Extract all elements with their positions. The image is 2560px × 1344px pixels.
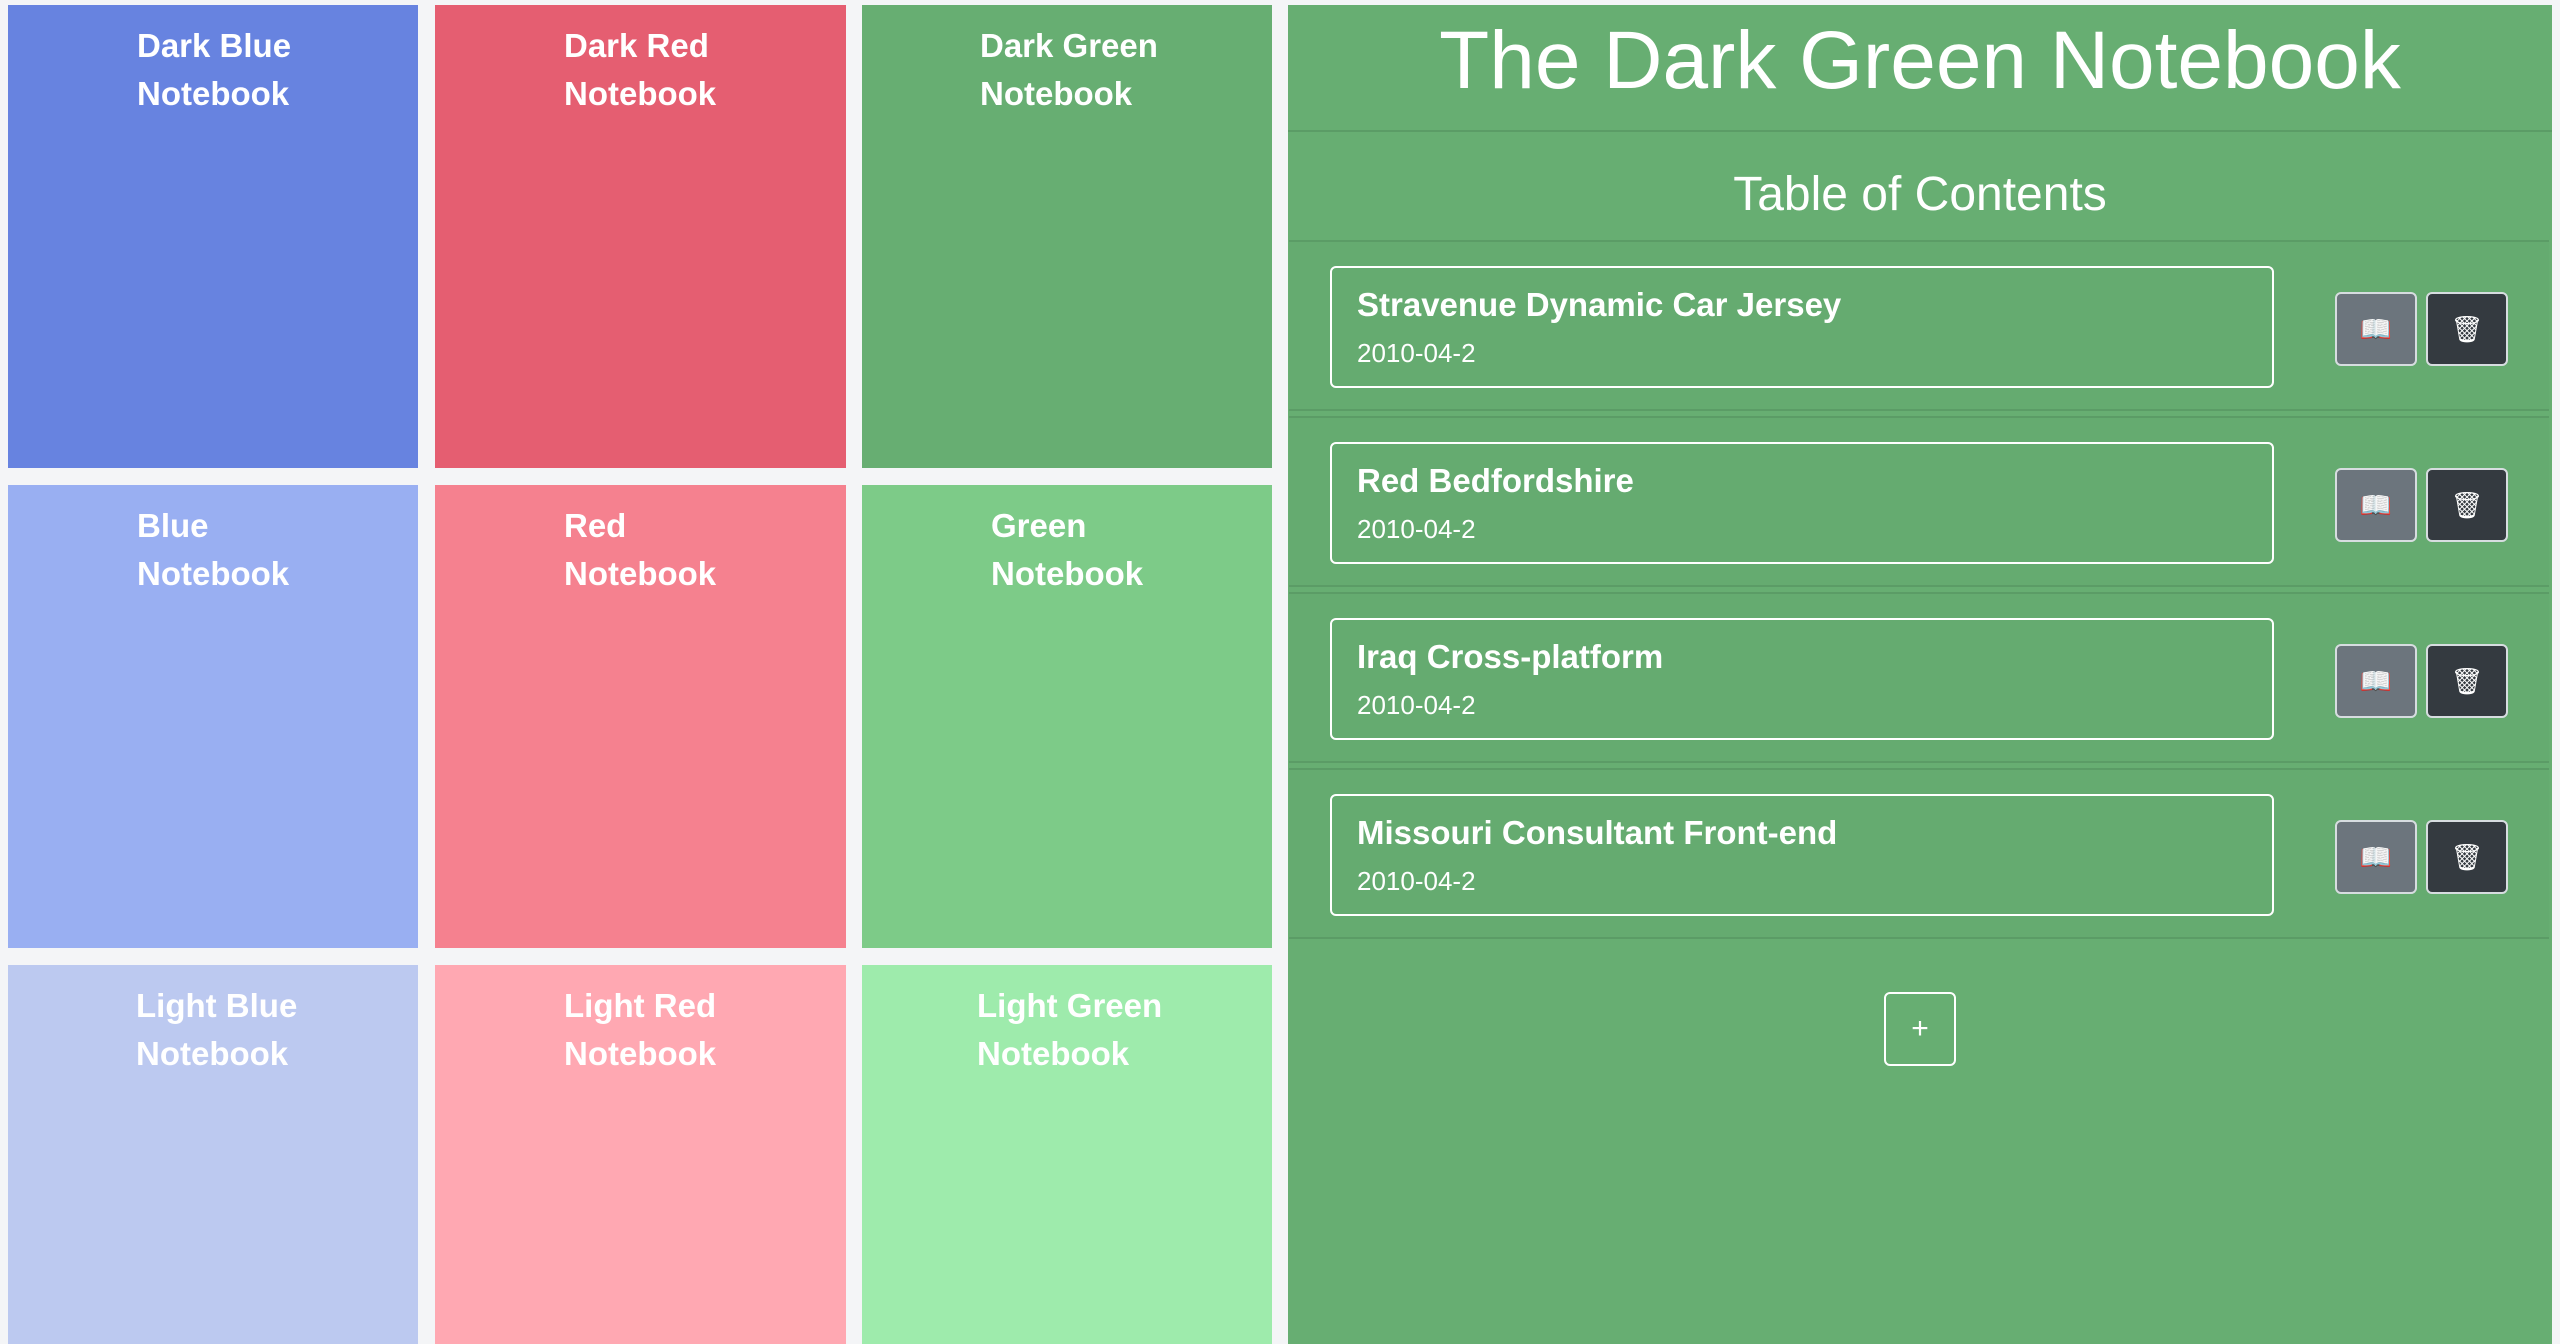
- entry-date: 2010-04-2: [1357, 514, 1476, 544]
- notebook-tile-green[interactable]: Green Notebook: [862, 485, 1272, 948]
- open-entry-button[interactable]: 📖: [2335, 644, 2417, 718]
- plus-icon: +: [1911, 1012, 1929, 1045]
- wastebasket-icon: 🗑: [2450, 665, 2484, 696]
- entry-card[interactable]: Stravenue Dynamic Car Jersey 2010-04-2: [1330, 266, 2274, 388]
- book-icon: 📖: [2359, 841, 2393, 872]
- notebook-tile-label: Red Notebook: [564, 507, 717, 592]
- notebook-tile-red[interactable]: Red Notebook: [435, 485, 846, 948]
- notebook-tile-light-red[interactable]: Light Red Notebook: [435, 965, 846, 1344]
- wastebasket-icon: 🗑: [2450, 313, 2484, 344]
- page-title: The Dark Green Notebook: [1439, 15, 2401, 106]
- wastebasket-icon: 🗑: [2450, 489, 2484, 520]
- book-icon: 📖: [2359, 313, 2393, 344]
- open-entry-button[interactable]: 📖: [2335, 820, 2417, 894]
- toc-row: Stravenue Dynamic Car Jersey 2010-04-2 📖…: [1289, 240, 2549, 411]
- notebook-tile-blue[interactable]: Blue Notebook: [8, 485, 418, 948]
- notebook-tile-label: Light Red Notebook: [564, 987, 717, 1072]
- open-entry-button[interactable]: 📖: [2335, 292, 2417, 366]
- notebook-tile-label: Dark Blue Notebook: [137, 27, 292, 112]
- entry-date: 2010-04-2: [1357, 690, 1476, 720]
- entry-card[interactable]: Missouri Consultant Front-end 2010-04-2: [1330, 794, 2274, 916]
- notebook-tile-label: Green Notebook: [991, 507, 1144, 592]
- notebook-tile-label: Light Green Notebook: [977, 987, 1163, 1072]
- notebook-detail-panel: The Dark Green Notebook Table of Content…: [1288, 5, 2552, 1344]
- notebook-tile-dark-blue[interactable]: Dark Blue Notebook: [8, 5, 418, 468]
- delete-entry-button[interactable]: 🗑: [2426, 820, 2508, 894]
- notebook-tile-light-green[interactable]: Light Green Notebook: [862, 965, 1272, 1344]
- open-entry-button[interactable]: 📖: [2335, 468, 2417, 542]
- toc-row: Iraq Cross-platform 2010-04-2 📖 🗑: [1289, 592, 2549, 763]
- wastebasket-icon: 🗑: [2450, 841, 2484, 872]
- entry-card[interactable]: Red Bedfordshire 2010-04-2: [1330, 442, 2274, 564]
- notebook-tile-dark-green[interactable]: Dark Green Notebook: [862, 5, 1272, 468]
- entry-title: Missouri Consultant Front-end: [1357, 814, 1838, 851]
- table-of-contents-heading: Table of Contents: [1733, 168, 2107, 221]
- entry-title: Red Bedfordshire: [1357, 462, 1634, 499]
- delete-entry-button[interactable]: 🗑: [2426, 292, 2508, 366]
- notebook-tile-dark-red[interactable]: Dark Red Notebook: [435, 5, 846, 468]
- delete-entry-button[interactable]: 🗑: [2426, 468, 2508, 542]
- toc-row: Missouri Consultant Front-end 2010-04-2 …: [1289, 768, 2549, 939]
- delete-entry-button[interactable]: 🗑: [2426, 644, 2508, 718]
- toc-row: Red Bedfordshire 2010-04-2 📖 🗑: [1289, 416, 2549, 587]
- entry-title: Stravenue Dynamic Car Jersey: [1357, 286, 1842, 323]
- notebook-tile-label: Dark Green Notebook: [980, 27, 1158, 112]
- notebook-tile-label: Light Blue Notebook: [136, 987, 298, 1072]
- add-entry-button[interactable]: +: [1884, 992, 1956, 1066]
- entry-card[interactable]: Iraq Cross-platform 2010-04-2: [1330, 618, 2274, 740]
- notebook-tile-label: Dark Red Notebook: [564, 27, 717, 112]
- panel-header: The Dark Green Notebook: [1288, 5, 2552, 132]
- notebook-tile-label: Blue Notebook: [137, 507, 290, 592]
- book-icon: 📖: [2359, 665, 2393, 696]
- entry-date: 2010-04-2: [1357, 338, 1476, 368]
- notebook-tile-light-blue[interactable]: Light Blue Notebook: [8, 965, 418, 1344]
- entry-title: Iraq Cross-platform: [1357, 638, 1664, 675]
- entry-date: 2010-04-2: [1357, 866, 1476, 896]
- book-icon: 📖: [2359, 489, 2393, 520]
